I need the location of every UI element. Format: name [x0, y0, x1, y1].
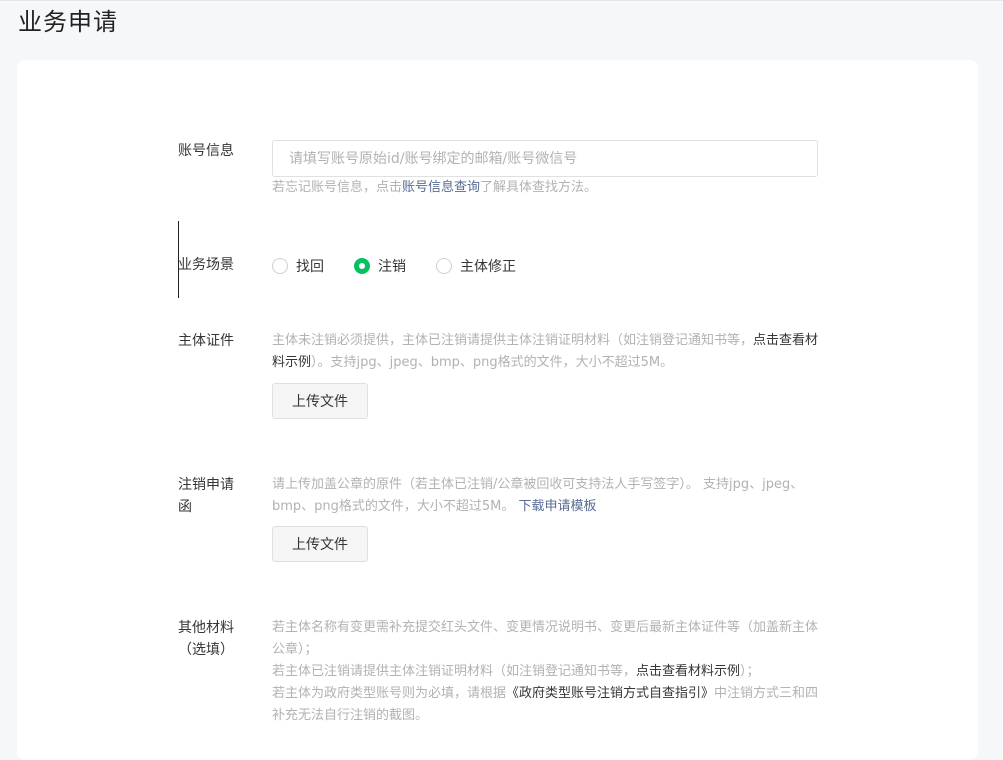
gov-guide-link[interactable]: 《政府类型账号注销方式自查指引》 [506, 686, 714, 701]
letter-label-line2: 函 [178, 499, 192, 515]
cert-desc-pre: 主体未注销必须提供，主体已注销请提供主体注销证明材料（如注销登记通知书等， [272, 333, 754, 348]
other-line3: 若主体为政府类型账号则为必填，请根据《政府类型账号注销方式自查指引》中注销方式三… [272, 683, 820, 727]
account-hint-post: 了解具体查找方法。 [480, 180, 598, 195]
radio-entity-fix-label: 主体修正 [460, 259, 516, 275]
account-input[interactable] [272, 140, 818, 177]
cert-upload-button[interactable]: 上传文件 [272, 383, 368, 419]
letter-label: 注销申请 函 [178, 474, 234, 518]
radio-cancel[interactable]: 注销 [354, 256, 406, 276]
other-line2-pre: 若主体已注销请提供主体注销证明材料（如注销登记通知书等， [272, 664, 637, 679]
account-hint: 若忘记账号信息，点击账号信息查询了解具体查找方法。 [272, 177, 820, 199]
cert-label: 主体证件 [178, 333, 234, 349]
radio-recover-label: 找回 [296, 259, 324, 275]
other-line2-post: ）； [740, 664, 760, 679]
radio-cancel-circle[interactable] [354, 258, 370, 274]
letter-description: 请上传加盖公章的原件（若主体已注销/公章被回收可支持法人手写签字）。 支持jpg… [272, 474, 820, 518]
radio-entity-fix-circle[interactable] [436, 258, 452, 274]
other-label-line1: 其他材料 [178, 620, 234, 636]
other-line1: 若主体名称有变更需补充提交红头文件、变更情况说明书、变更后最新主体证件等（加盖新… [272, 620, 819, 657]
letter-label-line1: 注销申请 [178, 477, 234, 493]
download-template-link[interactable]: 下载申请模板 [519, 499, 597, 514]
radio-recover-circle[interactable] [272, 258, 288, 274]
other-line3-pre: 若主体为政府类型账号则为必填，请根据 [272, 686, 507, 701]
radio-cancel-label: 注销 [378, 259, 406, 275]
radio-recover[interactable]: 找回 [272, 256, 324, 276]
account-hint-pre: 若忘记账号信息，点击 [272, 180, 403, 195]
top-divider [0, 0, 1003, 1]
other-example-link[interactable]: 点击查看材料示例 [636, 664, 740, 679]
other-line2: 若主体已注销请提供主体注销证明材料（如注销登记通知书等，点击查看材料示例）； [272, 661, 820, 683]
cert-description: 主体未注销必须提供，主体已注销请提供主体注销证明材料（如注销登记通知书等，点击查… [272, 330, 820, 374]
radio-entity-fix[interactable]: 主体修正 [436, 256, 516, 276]
other-description: 若主体名称有变更需补充提交红头文件、变更情况说明书、变更后最新主体证件等（加盖新… [272, 617, 820, 727]
page-title: 业务申请 [18, 8, 118, 36]
letter-upload-button[interactable]: 上传文件 [272, 526, 368, 562]
scene-radio-group: 找回 注销 主体修正 [272, 256, 546, 276]
account-query-link[interactable]: 账号信息查询 [402, 180, 480, 195]
cert-desc-post: ）。支持jpg、jpeg、bmp、png格式的文件，大小不超过5M。 [311, 355, 674, 370]
other-label: 其他材料 （选填） [178, 617, 234, 661]
account-label: 账号信息 [178, 143, 234, 159]
other-label-line2: （选填） [178, 642, 234, 658]
scene-label: 业务场景 [178, 257, 234, 273]
